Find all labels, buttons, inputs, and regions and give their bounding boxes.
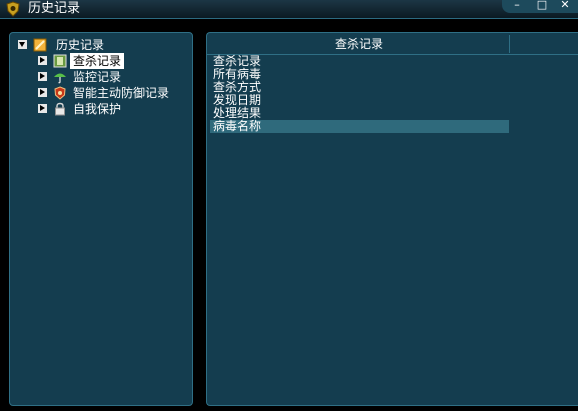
tree-item-label: 查杀记录	[70, 53, 125, 69]
padlock-icon	[55, 102, 65, 116]
column-header[interactable]: 查杀记录	[209, 35, 510, 53]
umbrella-monitor-icon	[54, 73, 66, 84]
window-title: 历史记录	[28, 1, 81, 16]
maximize-button[interactable]: □	[533, 0, 551, 12]
tree-root-label: 历史记录	[56, 38, 105, 52]
tree-item-label: 自我保护	[73, 102, 122, 116]
minimize-button[interactable]: –	[508, 0, 526, 12]
expand-toggle[interactable]	[38, 72, 47, 81]
scan-record-icon	[53, 54, 67, 68]
close-button[interactable]: ✕	[556, 0, 574, 12]
history-tree-panel: 历史记录 查杀记录 监控记录 智能主动防御记录 自我保护	[9, 32, 193, 406]
expand-toggle[interactable]	[38, 88, 47, 97]
history-book-icon	[33, 38, 47, 52]
record-list-panel: 查杀记录 查杀记录 所有病毒 查杀方式 发现日期 处理结果 病毒名称	[206, 32, 578, 406]
expand-toggle[interactable]	[38, 56, 47, 65]
shield-logo-icon	[6, 1, 20, 17]
title-bar[interactable]: 历史记录 – □ ✕	[0, 0, 578, 19]
shield-defense-icon	[54, 86, 66, 100]
list-item-selected[interactable]: 病毒名称	[210, 120, 509, 133]
tree-item-label: 监控记录	[73, 70, 122, 84]
expand-toggle[interactable]	[38, 104, 47, 113]
collapse-toggle[interactable]	[18, 40, 27, 49]
tree-item-label: 智能主动防御记录	[73, 86, 170, 100]
